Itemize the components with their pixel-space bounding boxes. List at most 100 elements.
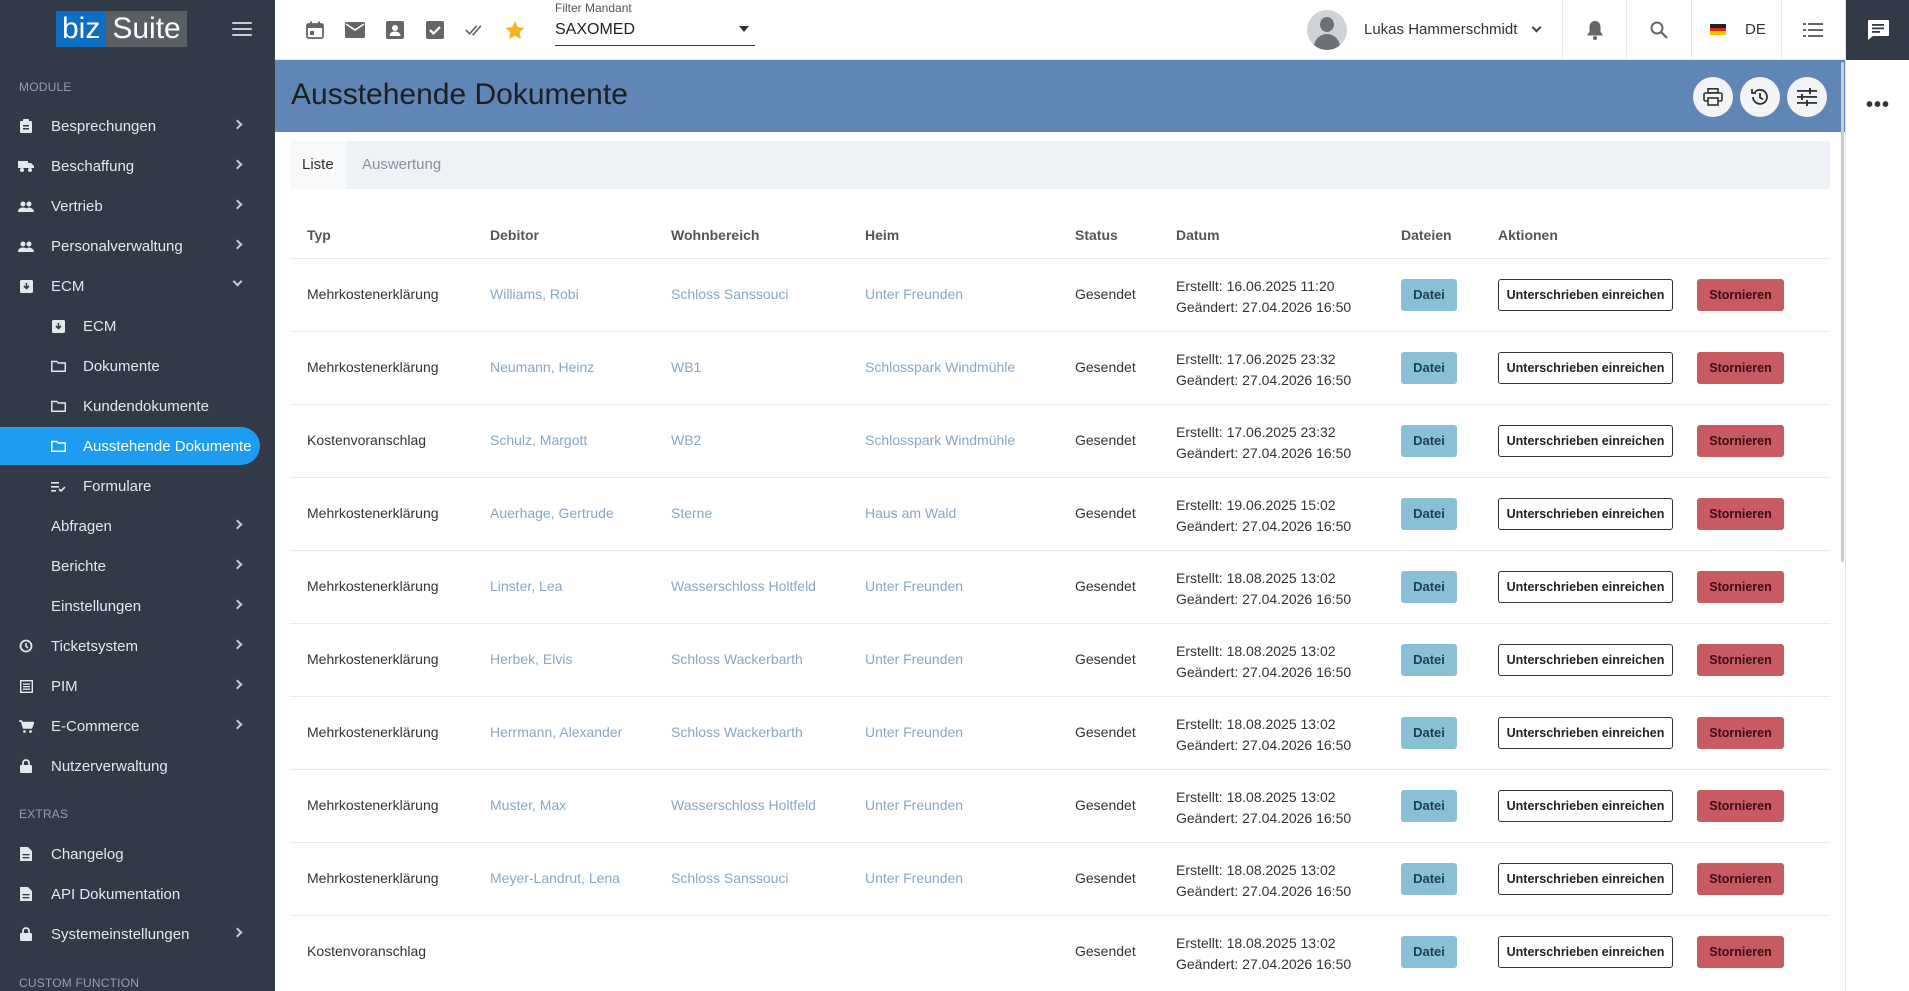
sidebar-subitem-ausstehende-dokumente[interactable]: Ausstehende Dokumente (0, 427, 260, 465)
column-header-wohnbereich[interactable]: Wohnbereich (671, 227, 759, 243)
datei-button[interactable]: Datei (1401, 790, 1457, 822)
unterschrieben-einreichen-button[interactable]: Unterschrieben einreichen (1498, 352, 1673, 384)
mail-icon[interactable] (345, 20, 365, 40)
history-icon[interactable] (1740, 77, 1780, 117)
stornieren-button[interactable]: Stornieren (1697, 863, 1784, 895)
cell-wohnbereich-link[interactable]: Schloss Sanssouci (671, 870, 789, 886)
column-header-debitor[interactable]: Debitor (490, 227, 539, 243)
unterschrieben-einreichen-button[interactable]: Unterschrieben einreichen (1498, 717, 1673, 749)
cell-heim-link[interactable]: Schlosspark Windmühle (865, 432, 1015, 448)
datei-button[interactable]: Datei (1401, 352, 1457, 384)
stornieren-button[interactable]: Stornieren (1697, 571, 1784, 603)
user-menu[interactable]: Lukas Hammerschmidt (1307, 0, 1561, 60)
cell-wohnbereich-link[interactable]: Wasserschloss Holtfeld (671, 578, 816, 594)
unterschrieben-einreichen-button[interactable]: Unterschrieben einreichen (1498, 790, 1673, 822)
unterschrieben-einreichen-button[interactable]: Unterschrieben einreichen (1498, 863, 1673, 895)
datei-button[interactable]: Datei (1401, 425, 1457, 457)
sidebar-item-vertrieb[interactable]: Vertrieb (0, 187, 260, 225)
column-header-heim[interactable]: Heim (865, 227, 899, 243)
sidebar-item-systemeinstellungen[interactable]: Systemeinstellungen (0, 915, 260, 953)
column-header-datum[interactable]: Datum (1176, 227, 1220, 243)
bell-icon[interactable] (1585, 20, 1605, 40)
unterschrieben-einreichen-button[interactable]: Unterschrieben einreichen (1498, 571, 1673, 603)
scrollbar[interactable] (1841, 62, 1844, 562)
sidebar-subitem-einstellungen[interactable]: Einstellungen (0, 587, 260, 625)
search-icon[interactable] (1649, 20, 1669, 40)
cell-wohnbereich-link[interactable]: Schloss Wackerbarth (671, 724, 803, 740)
print-icon[interactable] (1693, 77, 1733, 117)
cell-heim-link[interactable]: Schlosspark Windmühle (865, 359, 1015, 375)
sidebar-item-beschaffung[interactable]: Beschaffung (0, 147, 260, 185)
cell-wohnbereich-link[interactable]: Schloss Sanssouci (671, 286, 789, 302)
cell-debitor-link[interactable]: Williams, Robi (490, 286, 579, 302)
cell-debitor-link[interactable]: Neumann, Heinz (490, 359, 594, 375)
column-header-status[interactable]: Status (1075, 227, 1118, 243)
sidebar-item-besprechungen[interactable]: Besprechungen (0, 107, 260, 145)
task-checkbox-icon[interactable] (425, 20, 445, 40)
cell-debitor-link[interactable]: Schulz, Margott (490, 432, 587, 448)
cell-wohnbereich-link[interactable]: WB1 (671, 359, 701, 375)
sidebar-item-api-dokumentation[interactable]: API Dokumentation (0, 875, 260, 913)
cell-debitor-link[interactable]: Herrmann, Alexander (490, 724, 622, 740)
stornieren-button[interactable]: Stornieren (1697, 425, 1784, 457)
list-menu-icon[interactable] (1803, 20, 1823, 40)
sidebar-item-personalverwaltung[interactable]: Personalverwaltung (0, 227, 260, 265)
contact-icon[interactable] (385, 20, 405, 40)
unterschrieben-einreichen-button[interactable]: Unterschrieben einreichen (1498, 498, 1673, 530)
sidebar-subitem-ecm[interactable]: ECM (0, 307, 260, 345)
stornieren-button[interactable]: Stornieren (1697, 717, 1784, 749)
chat-icon[interactable] (1846, 0, 1909, 60)
stornieren-button[interactable]: Stornieren (1697, 352, 1784, 384)
cell-heim-link[interactable]: Unter Freunden (865, 870, 963, 886)
unterschrieben-einreichen-button[interactable]: Unterschrieben einreichen (1498, 279, 1673, 311)
tab-auswertung[interactable]: Auswertung (350, 141, 453, 189)
datei-button[interactable]: Datei (1401, 863, 1457, 895)
filter-settings-icon[interactable] (1787, 77, 1827, 117)
calendar-icon[interactable] (305, 20, 325, 40)
star-icon[interactable] (505, 20, 525, 40)
stornieren-button[interactable]: Stornieren (1697, 498, 1784, 530)
sidebar-item-changelog[interactable]: Changelog (0, 835, 260, 873)
tab-liste[interactable]: Liste (290, 141, 346, 189)
cell-heim-link[interactable]: Unter Freunden (865, 724, 963, 740)
datei-button[interactable]: Datei (1401, 644, 1457, 676)
stornieren-button[interactable]: Stornieren (1697, 279, 1784, 311)
datei-button[interactable]: Datei (1401, 498, 1457, 530)
sidebar-item-ecommerce[interactable]: E-Commerce (0, 707, 260, 745)
cell-wohnbereich-link[interactable]: WB2 (671, 432, 701, 448)
column-header-typ[interactable]: Typ (307, 227, 331, 243)
filter-mandant-select[interactable]: SAXOMED (555, 19, 755, 46)
menu-toggle-icon[interactable] (232, 22, 252, 38)
stornieren-button[interactable]: Stornieren (1697, 790, 1784, 822)
unterschrieben-einreichen-button[interactable]: Unterschrieben einreichen (1498, 425, 1673, 457)
unterschrieben-einreichen-button[interactable]: Unterschrieben einreichen (1498, 936, 1673, 968)
sidebar-subitem-formulare[interactable]: Formulare (0, 467, 260, 505)
cell-debitor-link[interactable]: Linster, Lea (490, 578, 562, 594)
datei-button[interactable]: Datei (1401, 717, 1457, 749)
cell-heim-link[interactable]: Haus am Wald (865, 505, 956, 521)
sidebar-item-ecm[interactable]: ECM (0, 267, 260, 305)
sidebar-subitem-abfragen[interactable]: Abfragen (0, 507, 260, 545)
stornieren-button[interactable]: Stornieren (1697, 936, 1784, 968)
cell-heim-link[interactable]: Unter Freunden (865, 651, 963, 667)
cell-heim-link[interactable]: Unter Freunden (865, 286, 963, 302)
datei-button[interactable]: Datei (1401, 936, 1457, 968)
cell-debitor-link[interactable]: Herbek, Elvis (490, 651, 572, 667)
cell-debitor-link[interactable]: Auerhage, Gertrude (490, 505, 614, 521)
flag-de-icon[interactable] (1710, 24, 1726, 35)
datei-button[interactable]: Datei (1401, 571, 1457, 603)
unterschrieben-einreichen-button[interactable]: Unterschrieben einreichen (1498, 644, 1673, 676)
language-selector[interactable]: DE (1745, 21, 1766, 38)
datei-button[interactable]: Datei (1401, 279, 1457, 311)
sidebar-subitem-kundendokumente[interactable]: Kundendokumente (0, 387, 260, 425)
sidebar-item-ticketsystem[interactable]: Ticketsystem (0, 627, 260, 665)
sidebar-item-nutzerverwaltung[interactable]: Nutzerverwaltung (0, 747, 260, 785)
bizsuite-logo[interactable]: biz Suite (56, 11, 187, 47)
double-check-icon[interactable] (465, 20, 485, 40)
cell-wohnbereich-link[interactable]: Wasserschloss Holtfeld (671, 797, 816, 813)
cell-wohnbereich-link[interactable]: Schloss Wackerbarth (671, 651, 803, 667)
sidebar-subitem-berichte[interactable]: Berichte (0, 547, 260, 585)
stornieren-button[interactable]: Stornieren (1697, 644, 1784, 676)
cell-debitor-link[interactable]: Meyer-Landrut, Lena (490, 870, 620, 886)
cell-heim-link[interactable]: Unter Freunden (865, 797, 963, 813)
